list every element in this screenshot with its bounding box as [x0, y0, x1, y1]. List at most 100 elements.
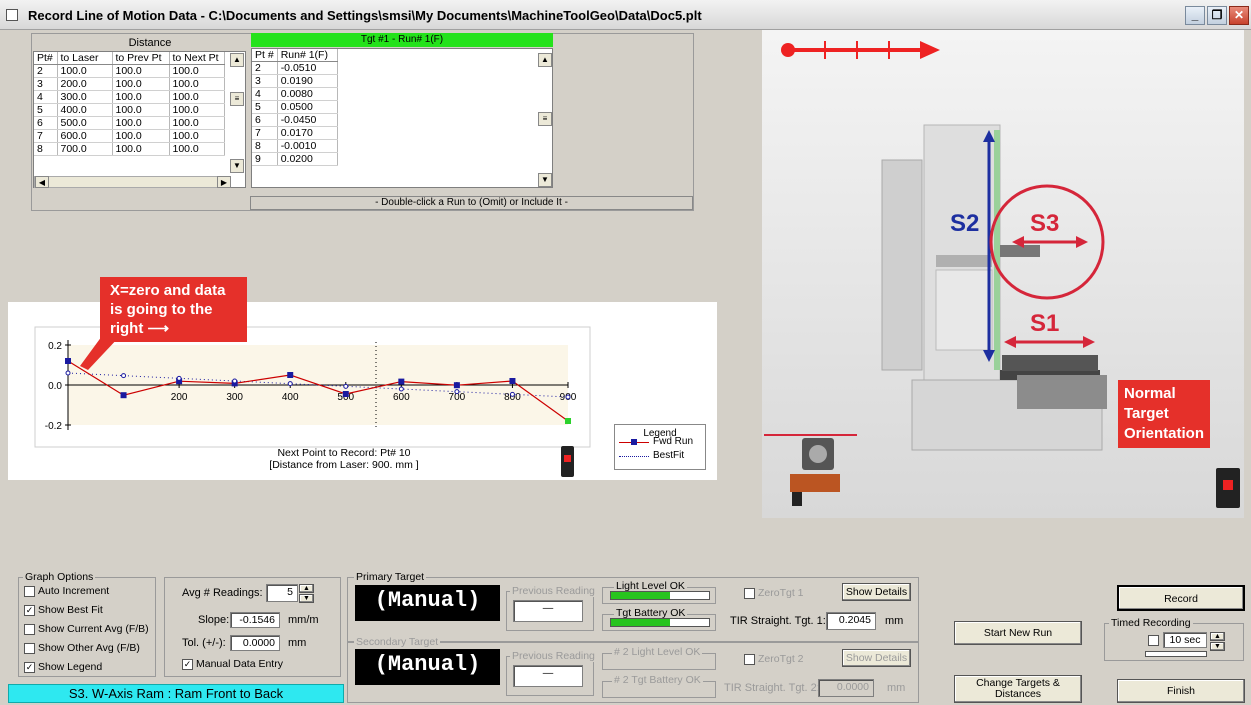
timed-value[interactable]: 10 sec — [1163, 632, 1207, 648]
fwd-run-point — [65, 358, 71, 364]
show-details-2-button[interactable]: Show Details — [842, 649, 911, 667]
tol-input[interactable]: 0.0000 — [230, 635, 280, 651]
horizontal-scrollbar[interactable]: ◀ ▶ — [34, 176, 231, 188]
slope-unit: mm/m — [288, 614, 319, 626]
zero-tgt2-option[interactable]: ZeroTgt 2 — [744, 653, 804, 665]
cell-to-next: 100.0 — [169, 103, 225, 117]
bestfit-point — [65, 370, 71, 376]
scroll-right-icon[interactable]: ▶ — [217, 176, 231, 188]
start-new-run-button[interactable]: Start New Run — [954, 621, 1082, 645]
graph-option-checkbox[interactable] — [24, 623, 35, 635]
graph-options-title: Graph Options — [23, 571, 96, 583]
scroll-left-icon[interactable]: ◀ — [35, 176, 49, 188]
cell-pt: 2 — [34, 64, 58, 78]
table-row[interactable]: 2 100.0 100.0 100.0 — [34, 64, 225, 78]
run-scroll-thumb-icon[interactable]: ≡ — [538, 112, 552, 126]
run-scroll-down-icon[interactable]: ▼ — [538, 173, 552, 187]
graph-option[interactable]: Auto Increment — [24, 585, 159, 604]
table-row[interactable]: 5 400.0 100.0 100.0 — [34, 103, 225, 117]
cell-to-laser: 400.0 — [57, 103, 113, 117]
cell-to-prev: 100.0 — [112, 90, 170, 104]
cell-to-prev: 100.0 — [112, 129, 170, 143]
scroll-up-icon[interactable]: ▲ — [230, 53, 244, 67]
window-title: Record Line of Motion Data - C:\Document… — [28, 8, 702, 23]
table-row[interactable]: 6 500.0 100.0 100.0 — [34, 116, 225, 130]
x-zero-callout: X=zero and data is going to the right ⟶ — [100, 277, 247, 342]
table-row[interactable]: 8 700.0 100.0 100.0 — [34, 142, 225, 156]
zero-tgt1-checkbox[interactable] — [744, 587, 755, 599]
graph-option-checkbox[interactable] — [24, 642, 35, 654]
graph-option-checkbox[interactable]: ✓ — [24, 661, 35, 673]
show-details-button[interactable]: Show Details — [842, 583, 911, 601]
callout-pointer — [80, 336, 120, 370]
cell-to-laser: 300.0 — [57, 90, 113, 104]
col-pt-num: Pt # — [252, 49, 278, 62]
graph-option-checkbox[interactable] — [24, 585, 35, 597]
cell-to-next: 100.0 — [169, 77, 225, 91]
legend-bestfit-label: BestFit — [653, 450, 685, 461]
cell-run-value: -0.0450 — [277, 113, 338, 127]
app-icon — [6, 9, 18, 21]
avg-up-icon[interactable]: ▲ — [299, 584, 314, 593]
table-row[interactable]: 3 200.0 100.0 100.0 — [34, 77, 225, 91]
graph-option-checkbox[interactable]: ✓ — [24, 604, 35, 616]
graph-option[interactable]: ✓ Show Legend — [24, 661, 159, 680]
scroll-down-icon[interactable]: ▼ — [230, 159, 244, 173]
table-row[interactable]: 9 0.0200 — [252, 152, 338, 166]
table-row[interactable]: 4 300.0 100.0 100.0 — [34, 90, 225, 104]
legend-fwd-label: Fwd Run — [653, 436, 694, 447]
cell-pt: 6 — [34, 116, 58, 130]
cell-to-next: 100.0 — [169, 142, 225, 156]
cell-pt: 4 — [252, 87, 278, 101]
distance-caption: Distance — [128, 37, 172, 49]
table-row[interactable]: 3 0.0190 — [252, 74, 338, 88]
cell-pt: 9 — [252, 152, 278, 166]
tir-tgt1-unit: mm — [885, 615, 904, 627]
maximize-button[interactable]: ❐ — [1207, 6, 1227, 25]
legend-bestfit-swatch — [619, 456, 649, 457]
table-row[interactable]: 2 -0.0510 — [252, 61, 338, 75]
s1-label: S1 — [1030, 310, 1060, 337]
table-row[interactable]: 5 0.0500 — [252, 100, 338, 114]
fwd-run-point — [120, 392, 127, 399]
s2-label: S2 — [950, 210, 980, 237]
cell-pt: 5 — [34, 103, 58, 117]
table-row[interactable]: 7 0.0170 — [252, 126, 338, 140]
fwd-run-point — [453, 382, 460, 389]
run-table[interactable]: Pt # Run# 1(F) 2 -0.0510 3 0.0190 4 0.0080 5 0.… — [251, 48, 553, 188]
cell-to-laser: 100.0 — [57, 64, 113, 78]
minimize-button[interactable]: _ — [1185, 6, 1205, 25]
bestfit-point — [454, 389, 460, 395]
table-row[interactable]: 6 -0.0450 — [252, 113, 338, 127]
scroll-thumb-icon[interactable]: ≡ — [230, 92, 244, 106]
table-row[interactable]: 4 0.0080 — [252, 87, 338, 101]
zero-tgt1-option[interactable]: ZeroTgt 1 — [744, 587, 804, 599]
normal-target-label: Normal Target Orientation — [1118, 380, 1210, 448]
manual-entry-checkbox[interactable]: ✓ — [182, 658, 193, 670]
run-scroll-up-icon[interactable]: ▲ — [538, 53, 552, 67]
record-button[interactable]: Record — [1117, 585, 1245, 611]
legend-fwd-marker — [631, 439, 637, 445]
avg-readings-input[interactable]: 5 — [266, 584, 298, 602]
timed-recording-checkbox[interactable] — [1148, 635, 1159, 646]
cell-pt: 8 — [34, 142, 58, 156]
tol-unit: mm — [288, 637, 307, 649]
cell-pt: 7 — [252, 126, 278, 140]
table-row[interactable]: 7 600.0 100.0 100.0 — [34, 129, 225, 143]
graph-option[interactable]: Show Other Avg (F/B) — [24, 642, 159, 661]
manual-entry-option[interactable]: ✓ Manual Data Entry — [182, 658, 283, 670]
finish-button[interactable]: Finish — [1117, 679, 1245, 703]
graph-option[interactable]: ✓ Show Best Fit — [24, 604, 159, 623]
timed-up-icon[interactable]: ▲ — [1210, 632, 1225, 641]
battery-bar — [610, 618, 710, 627]
distance-table[interactable]: Pt# to Laser to Prev Pt to Next Pt 2 100.… — [33, 51, 246, 188]
cell-to-next: 100.0 — [169, 129, 225, 143]
graph-option[interactable]: Show Current Avg (F/B) — [24, 623, 159, 642]
timed-down-icon[interactable]: ▼ — [1210, 642, 1225, 651]
manual-entry-label: Manual Data Entry — [196, 658, 283, 671]
avg-down-icon[interactable]: ▼ — [299, 594, 314, 603]
table-row[interactable]: 8 -0.0010 — [252, 139, 338, 153]
close-button[interactable]: ✕ — [1229, 6, 1249, 25]
zero-tgt2-checkbox[interactable] — [744, 653, 755, 665]
change-targets-button[interactable]: Change Targets & Distances — [954, 675, 1082, 703]
